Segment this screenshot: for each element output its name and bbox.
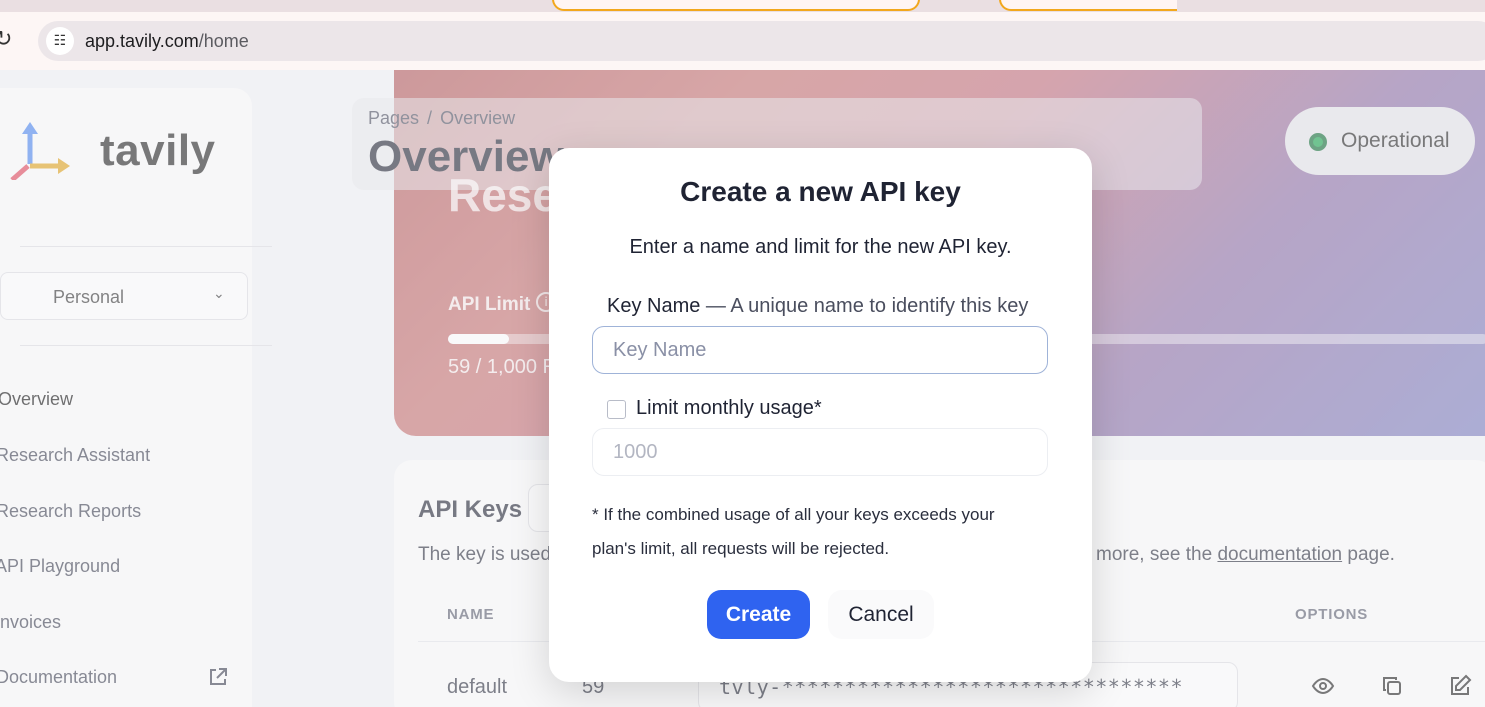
- limit-usage-checkbox[interactable]: [607, 400, 626, 419]
- key-name-input[interactable]: [592, 326, 1048, 374]
- create-button[interactable]: Create: [707, 590, 810, 639]
- cancel-button[interactable]: Cancel: [828, 590, 934, 639]
- create-api-key-dialog: Create a new API key Enter a name and li…: [549, 148, 1092, 682]
- url-text[interactable]: app.tavily.com/home: [85, 31, 249, 52]
- key-name-label-text: Key Name: [607, 295, 701, 317]
- tune-icon[interactable]: ☷: [46, 27, 74, 55]
- limit-note: * If the combined usage of all your keys…: [592, 505, 995, 558]
- reload-icon[interactable]: ↻: [0, 27, 20, 53]
- limit-usage-label[interactable]: Limit monthly usage*: [636, 397, 822, 420]
- browser-tab[interactable]: [552, 0, 920, 11]
- key-name-hint: — A unique name to identify this key: [700, 295, 1029, 317]
- address-bar[interactable]: ☷ app.tavily.com/home: [38, 21, 1485, 61]
- limit-input[interactable]: [592, 428, 1048, 476]
- key-name-label: Key Name — A unique name to identify thi…: [607, 295, 1028, 318]
- browser-toolbar: ↻ ☷ app.tavily.com/home: [0, 12, 1485, 70]
- url-host: app.tavily.com: [85, 31, 199, 51]
- url-path: /home: [198, 31, 249, 51]
- dialog-subtitle: Enter a name and limit for the new API k…: [629, 236, 1012, 258]
- dialog-title: Create a new API key: [680, 176, 961, 207]
- browser-tab[interactable]: [999, 0, 1177, 11]
- browser-tabstrip: [0, 0, 1485, 12]
